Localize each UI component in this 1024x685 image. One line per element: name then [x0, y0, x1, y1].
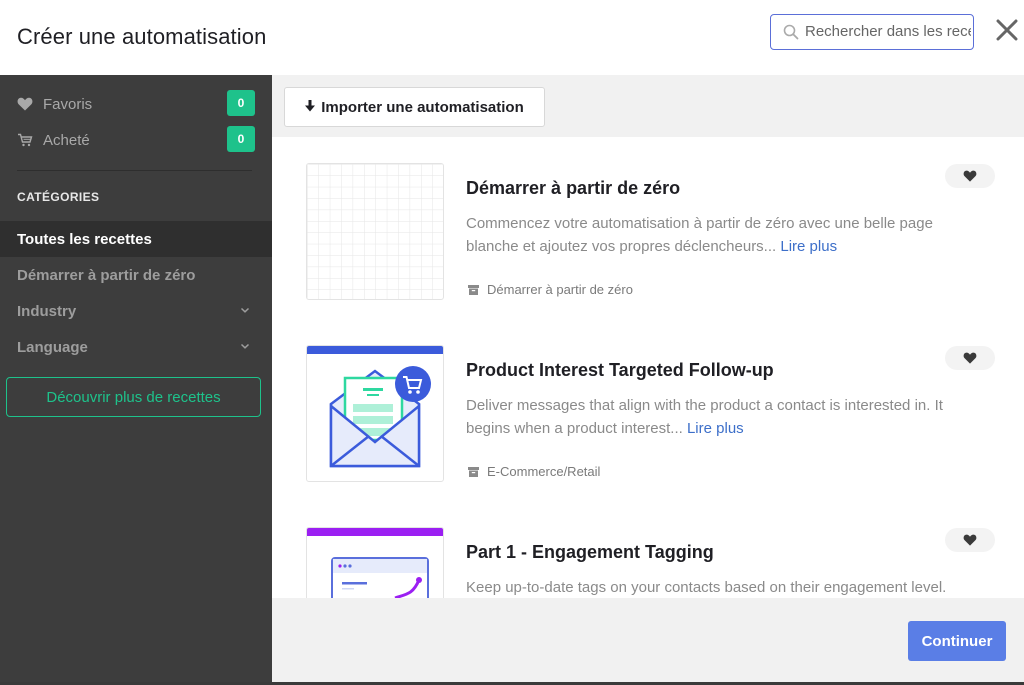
categories-heading: CATÉGORIES — [17, 190, 100, 204]
modal-header: Créer une automatisation — [0, 0, 1024, 75]
grid-illustration — [307, 164, 443, 299]
favorites-label: Favoris — [43, 95, 93, 113]
sidebar-divider — [17, 170, 252, 171]
sidebar: Favoris 0 Acheté 0 CATÉGORIES Toutes les… — [0, 75, 272, 685]
favorite-button[interactable] — [945, 528, 995, 552]
sidebar-item-favorites[interactable]: Favoris 0 — [17, 90, 255, 117]
recipe-description-text: Keep up-to-date tags on your contacts ba… — [466, 579, 947, 596]
category-label: Toutes les recettes — [17, 230, 152, 248]
category-all-recipes[interactable]: Toutes les recettes — [0, 221, 272, 257]
recipe-card[interactable]: Part 1 - Engagement Tagging Keep up-to-d… — [272, 501, 1024, 598]
modal-title: Créer une automatisation — [17, 24, 267, 49]
favorite-button[interactable] — [945, 346, 995, 370]
favorite-button[interactable] — [945, 164, 995, 188]
continue-button[interactable]: Continuer — [908, 621, 1006, 661]
discover-more-recipes-button[interactable]: Découvrir plus de recettes — [6, 377, 261, 417]
recipe-description: Deliver messages that align with the pro… — [466, 394, 986, 440]
purchased-label: Acheté — [43, 131, 90, 149]
recipe-title: Product Interest Targeted Follow-up — [466, 360, 774, 380]
category-label: Industry — [17, 302, 77, 320]
browser-chart-illustration — [307, 528, 443, 598]
recipe-category: Démarrer à partir de zéro — [468, 282, 633, 297]
toolbar: Importer une automatisation — [272, 75, 1024, 137]
read-more-link[interactable]: Lire plus — [687, 420, 744, 437]
recipe-description: Keep up-to-date tags on your contacts ba… — [466, 576, 986, 598]
blank-grid-thumbnail — [306, 163, 444, 300]
recipe-description-text: Commencez votre automatisation à partir … — [466, 215, 933, 255]
heart-icon — [963, 534, 977, 546]
recipe-list: Démarrer à partir de zéro Commencez votr… — [272, 137, 1024, 598]
recipe-category-label: Démarrer à partir de zéro — [487, 282, 633, 297]
recipe-card[interactable]: Product Interest Targeted Follow-up Deli… — [272, 319, 1024, 501]
category-start-from-scratch[interactable]: Démarrer à partir de zéro — [0, 257, 272, 293]
favorites-count-badge: 0 — [227, 90, 255, 116]
import-automation-label: Importer une automatisation — [321, 98, 524, 116]
heart-icon — [963, 352, 977, 364]
chevron-down-icon — [240, 307, 250, 313]
recipe-description: Commencez votre automatisation à partir … — [466, 212, 986, 258]
recipe-card[interactable]: Démarrer à partir de zéro Commencez votr… — [272, 137, 1024, 319]
modal-footer: Continuer — [272, 598, 1024, 682]
cart-icon — [17, 132, 35, 148]
heart-icon — [17, 96, 35, 112]
search-box[interactable] — [770, 14, 974, 50]
recipe-category-label: E-Commerce/Retail — [487, 464, 601, 479]
close-icon[interactable] — [994, 17, 1020, 43]
envelope-cart-illustration — [307, 346, 443, 468]
download-arrow-icon — [305, 99, 316, 115]
read-more-link[interactable]: Lire plus — [780, 238, 837, 255]
recipe-title: Part 1 - Engagement Tagging — [466, 542, 714, 562]
category-industry[interactable]: Industry — [0, 293, 272, 329]
chevron-down-icon — [240, 343, 250, 349]
category-language[interactable]: Language — [0, 329, 272, 365]
search-input[interactable] — [805, 15, 971, 48]
category-label: Language — [17, 338, 88, 356]
recipe-category: E-Commerce/Retail — [468, 464, 600, 479]
purchased-count-badge: 0 — [227, 126, 255, 152]
heart-icon — [963, 170, 977, 182]
import-automation-button[interactable]: Importer une automatisation — [284, 87, 545, 127]
archive-box-icon — [468, 284, 479, 295]
sidebar-item-purchased[interactable]: Acheté 0 — [17, 126, 255, 153]
recipe-title: Démarrer à partir de zéro — [466, 178, 681, 198]
envelope-cart-thumbnail — [306, 345, 444, 482]
search-icon — [783, 24, 799, 40]
archive-box-icon — [468, 466, 479, 477]
category-label: Démarrer à partir de zéro — [17, 266, 196, 284]
browser-chart-thumbnail — [306, 527, 444, 598]
